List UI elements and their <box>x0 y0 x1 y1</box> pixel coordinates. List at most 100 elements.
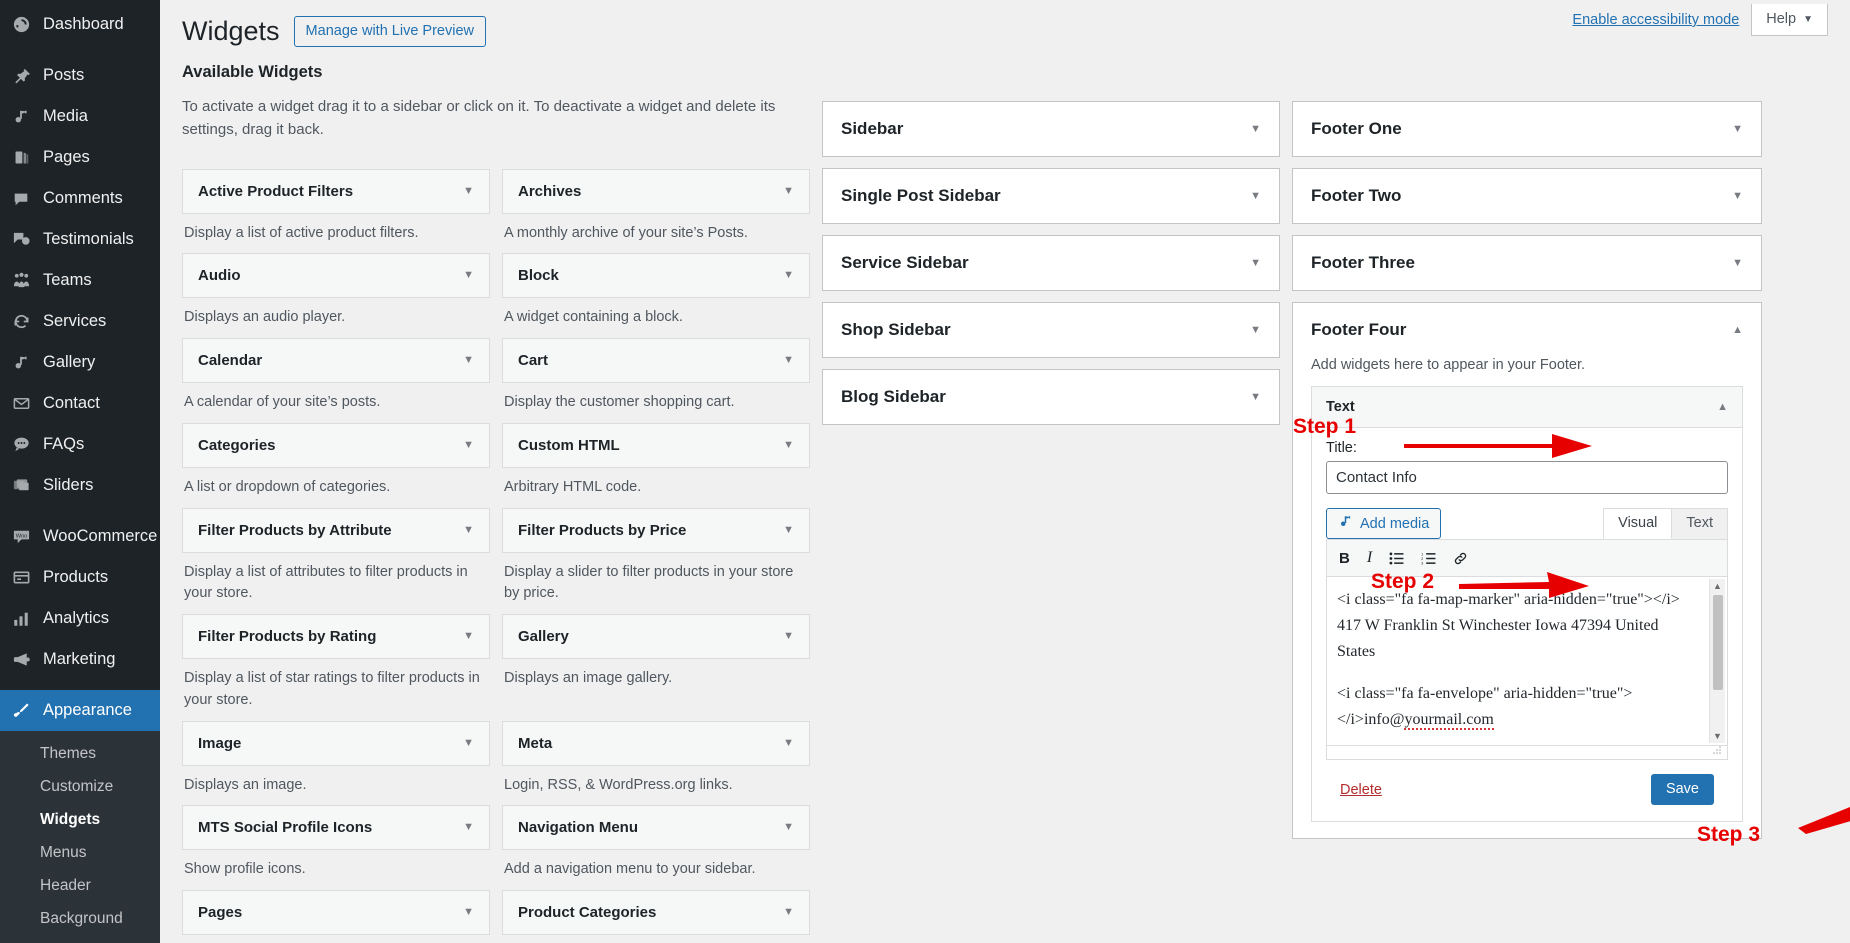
chevron-down-icon[interactable]: ▼ <box>783 524 794 536</box>
chevron-down-icon[interactable]: ▼ <box>783 822 794 833</box>
sidebar-item-pages[interactable]: Pages <box>0 137 160 178</box>
chevron-down-icon[interactable]: ▼ <box>783 737 794 749</box>
delete-link[interactable]: Delete <box>1340 782 1382 798</box>
chevron-down-icon[interactable]: ▼ <box>463 822 474 833</box>
submenu-item-widgets[interactable]: Widgets <box>0 803 160 836</box>
chevron-down-icon[interactable]: ▼ <box>463 737 474 749</box>
widget-area-header[interactable]: Sidebar ▼ <box>823 102 1279 156</box>
title-input[interactable] <box>1326 461 1728 495</box>
widget-area-header[interactable]: Footer Three ▼ <box>1293 236 1761 290</box>
chevron-down-icon[interactable]: ▼ <box>1250 391 1261 403</box>
resize-handle-icon[interactable] <box>1711 744 1725 758</box>
sidebar-item-analytics[interactable]: Analytics <box>0 598 160 639</box>
chevron-down-icon[interactable]: ▼ <box>463 355 474 366</box>
chevron-up-icon[interactable]: ▲ <box>1717 401 1728 413</box>
bold-icon[interactable]: B <box>1339 550 1350 567</box>
widget-area-header[interactable]: Single Post Sidebar ▼ <box>823 169 1279 223</box>
widget-area-header[interactable]: Footer One ▼ <box>1293 102 1761 156</box>
chevron-down-icon[interactable]: ▼ <box>1250 257 1261 269</box>
tab-text[interactable]: Text <box>1671 508 1728 540</box>
widget-meta[interactable]: Meta ▼ <box>502 720 810 766</box>
widget-gallery[interactable]: Gallery ▼ <box>502 614 810 660</box>
submenu-item-background[interactable]: Background <box>0 903 160 936</box>
widget-navigation-menu[interactable]: Navigation Menu ▼ <box>502 805 810 851</box>
editor-scrollbar[interactable]: ▲ ▼ <box>1709 579 1725 744</box>
widget-area-header[interactable]: Blog Sidebar ▼ <box>823 370 1279 424</box>
chevron-up-icon[interactable]: ▲ <box>1732 324 1743 336</box>
sidebar-item-products[interactable]: Products <box>0 557 160 598</box>
chevron-down-icon[interactable]: ▼ <box>463 185 474 197</box>
widget-area-header[interactable]: Footer Four ▲ <box>1293 303 1761 357</box>
widget-mts-social-profile-icons[interactable]: MTS Social Profile Icons ▼ <box>182 805 490 851</box>
editor-content-area[interactable]: <i class="fa fa-map-marker" aria-hidden=… <box>1327 577 1727 745</box>
chevron-down-icon[interactable]: ▼ <box>463 907 474 918</box>
widget-cart[interactable]: Cart ▼ <box>502 338 810 384</box>
widget-product-categories[interactable]: Product Categories ▼ <box>502 890 810 936</box>
text-widget-header[interactable]: Text ▲ <box>1312 387 1742 429</box>
widget-block[interactable]: Block ▼ <box>502 253 810 299</box>
chevron-down-icon[interactable]: ▼ <box>783 439 794 451</box>
chevron-down-icon[interactable]: ▼ <box>783 907 794 918</box>
link-icon[interactable] <box>1453 551 1468 566</box>
sidebar-item-faqs[interactable]: FAQs <box>0 424 160 465</box>
sidebar-item-posts[interactable]: Posts <box>0 55 160 96</box>
submenu-item-themes[interactable]: Themes <box>0 737 160 770</box>
widget-archives[interactable]: Archives ▼ <box>502 168 810 214</box>
sidebar-item-sliders[interactable]: Sliders <box>0 465 160 506</box>
enable-accessibility-mode-link[interactable]: Enable accessibility mode <box>1560 6 1751 34</box>
submenu-item-customize[interactable]: Customize <box>0 770 160 803</box>
chevron-down-icon[interactable]: ▼ <box>463 524 474 536</box>
chevron-down-icon[interactable]: ▼ <box>1732 123 1743 135</box>
widget-image[interactable]: Image ▼ <box>182 720 490 766</box>
scrollbar-thumb[interactable] <box>1712 595 1723 691</box>
chevron-down-icon[interactable]: ▼ <box>783 355 794 366</box>
widget-calendar[interactable]: Calendar ▼ <box>182 338 490 384</box>
widget-categories[interactable]: Categories ▼ <box>182 422 490 468</box>
scroll-up-icon[interactable]: ▲ <box>1713 579 1722 593</box>
widget-area-header[interactable]: Shop Sidebar ▼ <box>823 303 1279 357</box>
help-tab-button[interactable]: Help ▼ <box>1751 4 1828 36</box>
chevron-down-icon[interactable]: ▼ <box>1250 324 1261 336</box>
chevron-down-icon[interactable]: ▼ <box>463 270 474 281</box>
chevron-down-icon[interactable]: ▼ <box>1250 190 1261 202</box>
chevron-down-icon[interactable]: ▼ <box>783 185 794 197</box>
widget-audio[interactable]: Audio ▼ <box>182 253 490 299</box>
sidebar-item-marketing[interactable]: Marketing <box>0 639 160 680</box>
chevron-down-icon[interactable]: ▼ <box>463 439 474 451</box>
widget-active-product-filters[interactable]: Active Product Filters ▼ <box>182 168 490 214</box>
chevron-down-icon[interactable]: ▼ <box>783 631 794 642</box>
widget-area-header[interactable]: Footer Two ▼ <box>1293 169 1761 223</box>
sidebar-item-dashboard[interactable]: Dashboard <box>0 4 160 45</box>
widget-area-header[interactable]: Service Sidebar ▼ <box>823 236 1279 290</box>
submenu-item-menus[interactable]: Menus <box>0 836 160 869</box>
add-media-button[interactable]: Add media <box>1326 508 1442 540</box>
submenu-item-icecream-shop[interactable]: Icecream Shop <box>0 936 160 943</box>
sidebar-item-teams[interactable]: Teams <box>0 260 160 301</box>
italic-icon[interactable]: I <box>1367 549 1372 567</box>
manage-with-live-preview-button[interactable]: Manage with Live Preview <box>293 16 486 48</box>
sidebar-item-appearance[interactable]: Appearance <box>0 690 160 731</box>
widget-filter-products-by-price[interactable]: Filter Products by Price ▼ <box>502 507 810 553</box>
chevron-down-icon[interactable]: ▼ <box>1732 190 1743 202</box>
widget-filter-products-by-attribute[interactable]: Filter Products by Attribute ▼ <box>182 507 490 553</box>
widget-custom-html[interactable]: Custom HTML ▼ <box>502 422 810 468</box>
widget-filter-products-by-rating[interactable]: Filter Products by Rating ▼ <box>182 614 490 660</box>
sidebar-item-contact[interactable]: Contact <box>0 383 160 424</box>
chevron-down-icon[interactable]: ▼ <box>1732 257 1743 269</box>
sidebar-item-gallery[interactable]: Gallery <box>0 342 160 383</box>
numbered-list-icon[interactable]: 123 <box>1421 552 1436 565</box>
submenu-item-header[interactable]: Header <box>0 870 160 903</box>
widget-pages[interactable]: Pages ▼ <box>182 890 490 936</box>
sidebar-item-testimonials[interactable]: Testimonials <box>0 219 160 260</box>
save-button[interactable]: Save <box>1650 774 1714 806</box>
scroll-down-icon[interactable]: ▼ <box>1713 729 1722 743</box>
sidebar-item-media[interactable]: Media <box>0 96 160 137</box>
sidebar-item-woocommerce[interactable]: Woo WooCommerce <box>0 516 160 557</box>
sidebar-item-services[interactable]: Services <box>0 301 160 342</box>
sidebar-item-comments[interactable]: Comments <box>0 178 160 219</box>
bulleted-list-icon[interactable] <box>1389 552 1404 565</box>
chevron-down-icon[interactable]: ▼ <box>783 270 794 281</box>
chevron-down-icon[interactable]: ▼ <box>463 631 474 642</box>
chevron-down-icon[interactable]: ▼ <box>1250 123 1261 135</box>
tab-visual[interactable]: Visual <box>1603 508 1673 540</box>
